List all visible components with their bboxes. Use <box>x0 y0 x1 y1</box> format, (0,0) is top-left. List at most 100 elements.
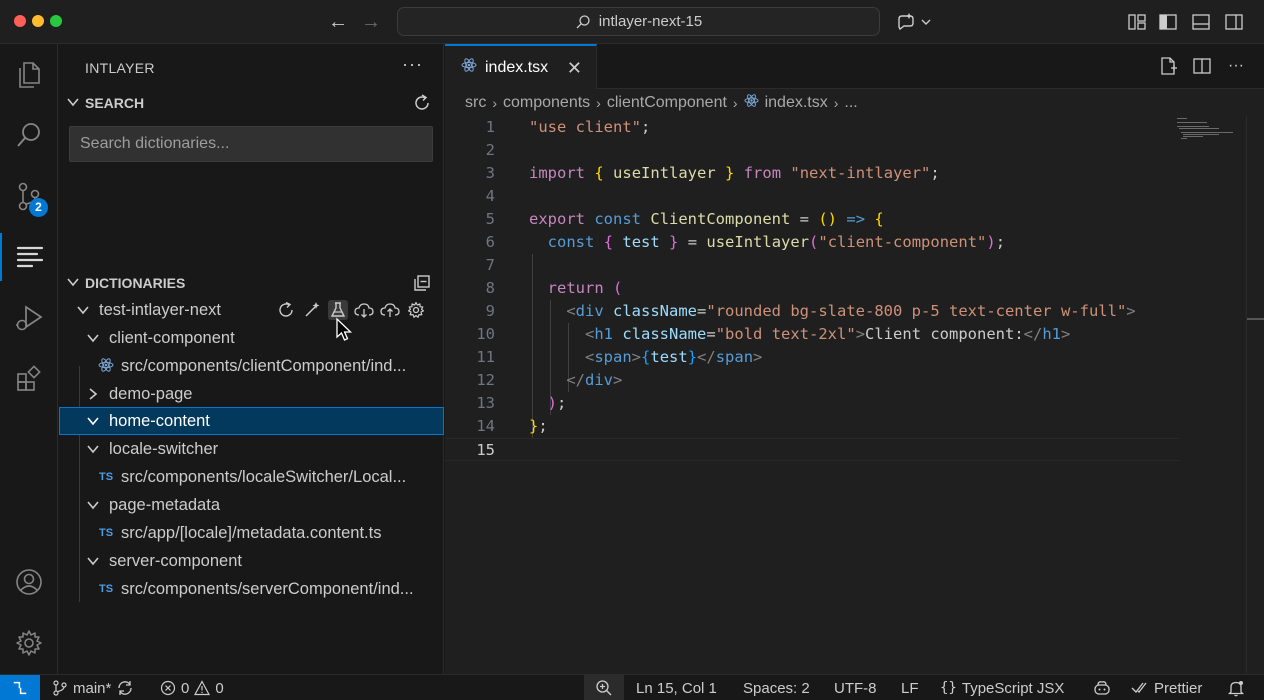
language-label: TypeScript JSX <box>961 679 1065 697</box>
search-dictionaries-input[interactable] <box>69 126 433 162</box>
notifications-bell-icon[interactable] <box>1227 675 1245 700</box>
maximize-window-button[interactable] <box>50 15 62 27</box>
sidebar-title: INTLAYER <box>85 60 155 76</box>
tree-item-label: test-intlayer-next <box>99 300 221 319</box>
minimize-window-button[interactable] <box>32 15 44 27</box>
code-line: 14}; <box>476 417 548 435</box>
remote-indicator[interactable] <box>0 675 40 700</box>
breadcrumb: src › components › clientComponent › ind… <box>465 93 858 113</box>
tree-item-locale-switcher[interactable]: locale-switcher <box>59 435 444 463</box>
extensions-icon[interactable] <box>0 355 58 403</box>
react-file-icon <box>461 57 477 78</box>
magic-wand-icon[interactable] <box>302 300 322 320</box>
eol-status[interactable]: LF <box>901 675 919 700</box>
branch-status[interactable]: main* <box>52 675 134 700</box>
code-line: 2 <box>485 141 495 159</box>
tree-item-demo-page[interactable]: demo-page <box>59 380 444 408</box>
tree-item-client-component[interactable]: client-component <box>59 324 444 352</box>
tree-item-label: home-content <box>109 411 210 430</box>
split-editor-icon[interactable] <box>1192 56 1212 76</box>
tree-item-file[interactable]: TS src/components/serverComponent/ind... <box>59 575 444 603</box>
search-icon[interactable] <box>0 111 58 159</box>
search-icon <box>576 14 590 28</box>
tree-item-file[interactable]: TS src/components/localeSwitcher/Local..… <box>59 463 444 491</box>
refresh-icon[interactable] <box>276 300 296 320</box>
run-and-debug-icon[interactable] <box>0 294 58 342</box>
status-bar: main* 0 0 Ln 15, Col 1 Spaces: 2 UTF-8 L… <box>0 674 1264 700</box>
sync-icon[interactable] <box>116 679 134 697</box>
refresh-icon[interactable] <box>412 93 432 113</box>
warning-count: 0 <box>215 679 224 697</box>
typescript-file-icon: TS <box>98 471 114 483</box>
tree-item-label: page-metadata <box>109 495 220 514</box>
editor-group: index.tsx ✕ ··· src › components › clien… <box>445 44 1264 674</box>
settings-gear-icon[interactable] <box>406 300 426 320</box>
close-tab-icon[interactable]: ✕ <box>567 58 582 79</box>
formatter-label: Prettier <box>1154 679 1203 697</box>
tree-item-label: src/components/clientComponent/ind... <box>121 356 407 375</box>
tree-item-page-metadata[interactable]: page-metadata <box>59 491 444 519</box>
toggle-panel-icon[interactable] <box>1190 11 1212 33</box>
tree-item-file[interactable]: TS src/app/[locale]/metadata.content.ts <box>59 519 444 547</box>
search-section-header[interactable]: SEARCH <box>59 91 444 115</box>
go-back-icon[interactable]: ← <box>326 10 350 34</box>
typescript-file-icon: TS <box>98 527 114 539</box>
breadcrumb-item[interactable]: src <box>465 94 486 112</box>
problems-status[interactable]: 0 0 <box>160 675 224 700</box>
cloud-upload-icon[interactable] <box>380 300 400 320</box>
encoding-status[interactable]: UTF-8 <box>834 675 877 700</box>
chevron-right-icon: › <box>732 95 738 111</box>
copilot-status-icon[interactable] <box>1093 675 1111 700</box>
command-center[interactable]: intlayer-next-15 <box>397 7 880 36</box>
explorer-icon[interactable] <box>0 50 58 98</box>
customize-layout-icon[interactable] <box>1126 11 1148 33</box>
indentation-status[interactable]: Spaces: 2 <box>743 675 810 700</box>
chevron-down-icon[interactable] <box>919 11 933 33</box>
copilot-icon[interactable] <box>895 11 917 33</box>
go-forward-icon[interactable]: → <box>359 10 383 34</box>
more-actions-icon[interactable]: ··· <box>402 54 423 75</box>
tree-item-file[interactable]: src/components/clientComponent/ind... <box>59 352 444 380</box>
breadcrumb-item[interactable]: clientComponent <box>607 94 727 112</box>
chevron-down-icon <box>85 497 101 513</box>
react-file-icon <box>97 357 115 376</box>
breadcrumb-item[interactable]: components <box>503 94 590 112</box>
minimap[interactable] <box>1177 116 1247 146</box>
code-line: 3 import { useIntlayer } from "next-intla… <box>485 164 940 182</box>
breadcrumb-item[interactable]: ... <box>844 94 857 112</box>
double-check-icon <box>1131 682 1147 693</box>
tree-item-test-intlayer-next[interactable]: test-intlayer-next <box>59 296 444 324</box>
code-line-current: 15 <box>445 438 1180 461</box>
collapse-all-icon[interactable] <box>412 273 432 293</box>
mouse-pointer-icon <box>336 317 353 341</box>
chevron-right-icon: › <box>833 95 839 111</box>
more-actions-icon[interactable]: ··· <box>1226 56 1246 76</box>
tree-item-home-content[interactable]: home-content <box>59 407 444 435</box>
code-line: 4 <box>485 187 495 205</box>
breadcrumb-item[interactable]: index.tsx <box>765 94 828 112</box>
scrollbar-cursor-marker <box>1247 318 1264 320</box>
source-control-icon[interactable]: 2 <box>0 172 58 220</box>
dictionaries-section-header[interactable]: DICTIONARIES <box>59 271 444 295</box>
editor-scrollbar[interactable] <box>1246 116 1264 674</box>
open-changes-icon[interactable] <box>1158 56 1178 76</box>
accounts-icon[interactable] <box>0 558 58 606</box>
tree-item-server-component[interactable]: server-component <box>59 547 444 575</box>
language-mode[interactable]: {} TypeScript JSX <box>940 675 1064 700</box>
dictionaries-section-title: DICTIONARIES <box>85 275 186 291</box>
cursor-position[interactable]: Ln 15, Col 1 <box>636 675 717 700</box>
cloud-download-icon[interactable] <box>354 300 374 320</box>
toggle-primary-sidebar-icon[interactable] <box>1157 11 1179 33</box>
editor-tab-bar: index.tsx ✕ ··· <box>445 44 1264 89</box>
zoom-icon[interactable] <box>584 675 624 700</box>
intlayer-extension-icon[interactable] <box>0 233 58 281</box>
chevron-right-icon: › <box>596 95 601 111</box>
close-window-button[interactable] <box>14 15 26 27</box>
code-line: 10 <h1 className="bold text-2xl">Client … <box>476 325 1071 343</box>
prettier-status[interactable]: Prettier <box>1131 675 1202 700</box>
code-line: 12 </div> <box>476 371 623 389</box>
manage-gear-icon[interactable] <box>0 619 58 667</box>
tab-index-tsx[interactable]: index.tsx ✕ <box>445 44 597 89</box>
command-center-label: intlayer-next-15 <box>598 13 703 30</box>
toggle-secondary-sidebar-icon[interactable] <box>1223 11 1245 33</box>
